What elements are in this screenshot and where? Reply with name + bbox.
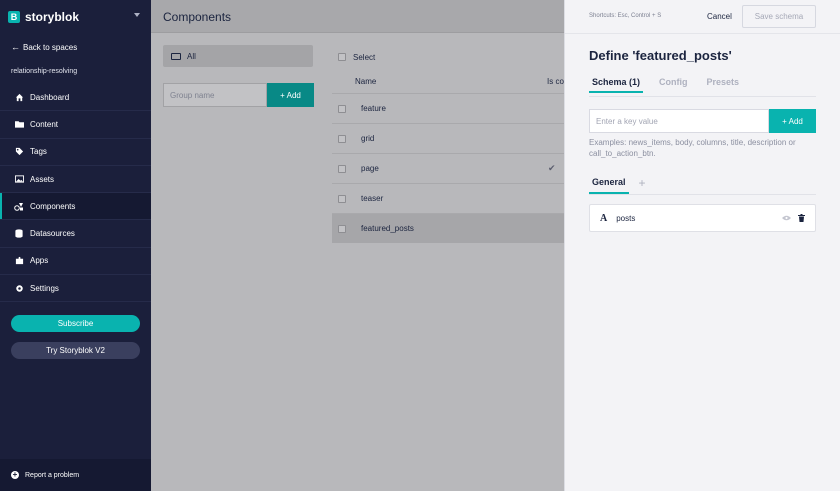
row-checkbox[interactable]	[338, 104, 346, 113]
row-name: teaser	[361, 194, 384, 203]
select-all-row[interactable]: Select	[332, 45, 564, 69]
key-value-input[interactable]: Enter a key value	[589, 109, 769, 133]
report-label: Report a problem	[25, 471, 80, 479]
row-checkbox[interactable]	[338, 164, 346, 173]
row-checkbox[interactable]	[338, 194, 346, 203]
sidebar-item-label: Assets	[30, 174, 55, 184]
group-all-label: All	[187, 51, 196, 61]
puzzle-icon	[14, 256, 24, 266]
table-header: Name Is co	[332, 69, 564, 93]
text-type-icon: A	[600, 212, 608, 224]
back-link-label: Back to spaces	[23, 42, 78, 52]
tab-config[interactable]: Config	[656, 77, 691, 93]
database-icon	[14, 229, 24, 239]
schema-panel: Shortcuts: Esc, Control + S Cancel Save …	[564, 0, 840, 491]
group-name-input[interactable]: Group name	[163, 83, 267, 107]
try-storyblok-v2-button[interactable]: Try Storyblok V2	[11, 342, 140, 359]
components-table: Select Name Is co feature grid page ✔ te…	[332, 45, 564, 243]
image-icon	[14, 174, 24, 184]
sidebar-item-content[interactable]: Content	[0, 111, 151, 139]
storyblok-logo-icon: B	[8, 10, 20, 23]
column-is-header: Is co	[547, 76, 564, 86]
arrow-left-icon: ←	[11, 42, 20, 52]
tab-schema[interactable]: Schema (1)	[589, 77, 644, 93]
shortcuts-hint: Shortcuts: Esc, Control + S	[589, 13, 662, 19]
add-tab-icon[interactable]: +	[639, 176, 646, 195]
examples-hint: Examples: news_items, body, columns, tit…	[589, 138, 796, 158]
field-group-tabs: General +	[589, 176, 646, 195]
row-name: featured_posts	[361, 224, 414, 233]
table-row[interactable]: featured_posts	[332, 213, 564, 243]
page-title: Components	[163, 10, 232, 24]
folder-open-icon	[171, 52, 181, 60]
plus-circle-icon: +	[11, 470, 19, 479]
sidebar-item-label: Components	[30, 201, 76, 211]
trash-icon[interactable]	[798, 214, 805, 222]
folder-icon	[14, 119, 24, 129]
tag-icon	[14, 147, 24, 157]
select-all-checkbox[interactable]	[338, 53, 346, 61]
table-row[interactable]: page ✔	[332, 153, 564, 183]
home-icon	[14, 92, 24, 102]
add-key-button[interactable]: + Add	[769, 109, 816, 133]
select-label: Select	[353, 52, 376, 62]
eye-icon[interactable]	[782, 214, 791, 223]
sidebar-item-datasources[interactable]: Datasources	[0, 220, 151, 248]
sub-tabs-divider	[589, 194, 816, 195]
column-name-header: Name	[355, 76, 377, 86]
chevron-down-icon[interactable]	[134, 13, 140, 17]
panel-title: Define 'featured_posts'	[589, 48, 732, 63]
row-checkbox[interactable]	[338, 224, 346, 233]
tab-presets[interactable]: Presets	[704, 77, 743, 93]
sidebar-item-label: Content	[30, 119, 59, 129]
tabs-divider	[589, 96, 816, 97]
report-problem-link[interactable]: + Report a problem	[0, 459, 151, 491]
panel-divider	[565, 33, 840, 34]
sidebar-item-label: Apps	[30, 256, 49, 266]
table-row[interactable]: feature	[332, 93, 564, 123]
cancel-button[interactable]: Cancel	[707, 12, 732, 21]
save-schema-button[interactable]: Save schema	[742, 5, 816, 28]
tab-general[interactable]: General	[589, 177, 629, 194]
space-name: relationship-resolving	[11, 68, 78, 75]
subscribe-button[interactable]: Subscribe	[11, 315, 140, 332]
sidebar-item-label: Datasources	[30, 229, 75, 239]
sidebar-nav: Dashboard Content Tags Assets Components	[0, 84, 151, 303]
row-name: feature	[361, 104, 386, 113]
sidebar-item-assets[interactable]: Assets	[0, 166, 151, 194]
gear-icon	[14, 283, 24, 293]
sidebar-item-components[interactable]: Components	[0, 193, 151, 221]
table-row[interactable]: grid	[332, 123, 564, 153]
sidebar-item-label: Settings	[30, 283, 59, 293]
row-checkbox[interactable]	[338, 134, 346, 143]
sidebar-item-settings[interactable]: Settings	[0, 275, 151, 303]
schema-tabs: Schema (1) Config Presets	[589, 77, 755, 93]
row-name: page	[361, 164, 379, 173]
sidebar-item-label: Dashboard	[30, 92, 70, 102]
group-all-item[interactable]: All	[163, 45, 313, 67]
add-group-button[interactable]: + Add	[267, 83, 314, 107]
field-name: posts	[616, 213, 636, 223]
sidebar-item-apps[interactable]: Apps	[0, 248, 151, 276]
back-to-spaces-link[interactable]: ← Back to spaces	[11, 42, 77, 52]
components-icon	[14, 201, 24, 211]
table-row[interactable]: teaser	[332, 183, 564, 213]
row-name: grid	[361, 134, 375, 143]
checkmark-icon: ✔	[548, 163, 556, 173]
sidebar-item-dashboard[interactable]: Dashboard	[0, 84, 151, 112]
sidebar: B storyblok ← Back to spaces relationshi…	[0, 0, 151, 491]
brand[interactable]: B storyblok	[0, 0, 151, 33]
brand-name: storyblok	[25, 9, 80, 24]
schema-field-item[interactable]: A posts	[589, 204, 816, 232]
sidebar-item-label: Tags	[30, 147, 47, 157]
sidebar-item-tags[interactable]: Tags	[0, 139, 151, 166]
